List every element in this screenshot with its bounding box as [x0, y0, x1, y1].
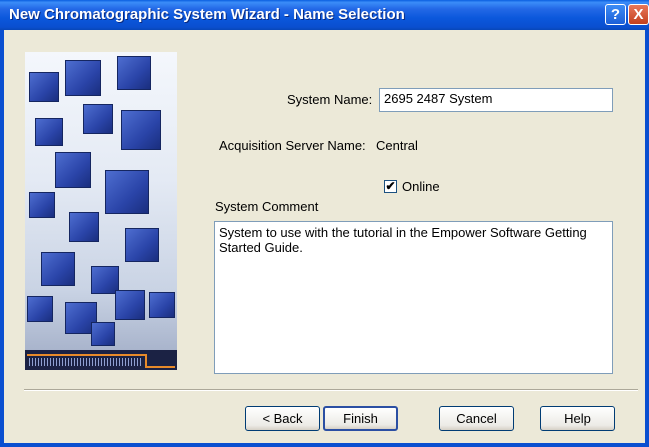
divider — [24, 390, 638, 391]
decorative-line — [27, 354, 147, 356]
wizard-window: New Chromatographic System Wizard - Name… — [0, 0, 649, 447]
system-comment-textarea[interactable]: System to use with the tutorial in the E… — [214, 221, 613, 374]
cube-shape — [121, 110, 161, 150]
cube-shape — [149, 292, 175, 318]
cube-shape — [115, 290, 145, 320]
online-label[interactable]: Online — [402, 179, 440, 194]
close-icon[interactable]: X — [628, 4, 649, 25]
cube-shape — [69, 212, 99, 242]
decorative-ticks — [29, 358, 143, 366]
cube-shape — [65, 60, 101, 96]
acq-server-value: Central — [376, 138, 418, 153]
acq-server-label: Acquisition Server Name: — [219, 138, 366, 153]
help-button[interactable]: Help — [540, 406, 615, 431]
window-title: New Chromatographic System Wizard - Name… — [9, 6, 405, 23]
window-frame-left — [0, 30, 4, 447]
cancel-button[interactable]: Cancel — [439, 406, 514, 431]
window-frame-right — [645, 30, 649, 447]
cube-shape — [55, 152, 91, 188]
cube-shape — [41, 252, 75, 286]
wizard-illustration — [25, 52, 177, 370]
decorative-line — [145, 366, 175, 368]
cube-shape — [91, 322, 115, 346]
cube-shape — [105, 170, 149, 214]
cube-shape — [35, 118, 63, 146]
system-name-label: System Name: — [287, 92, 373, 107]
cube-shape — [125, 228, 159, 262]
system-name-input[interactable]: 2695 2487 System — [379, 88, 613, 112]
back-button[interactable]: < Back — [245, 406, 320, 431]
cube-shape — [117, 56, 151, 90]
cube-shape — [27, 296, 53, 322]
cube-shape — [29, 72, 59, 102]
window-frame-bottom — [0, 443, 649, 447]
title-bar[interactable]: New Chromatographic System Wizard - Name… — [0, 0, 649, 30]
cube-shape — [29, 192, 55, 218]
finish-button[interactable]: Finish — [323, 406, 398, 431]
cube-shape — [83, 104, 113, 134]
online-checkbox[interactable]: ✔ — [384, 180, 397, 193]
help-icon[interactable]: ? — [605, 4, 626, 25]
system-comment-label: System Comment — [215, 199, 319, 214]
